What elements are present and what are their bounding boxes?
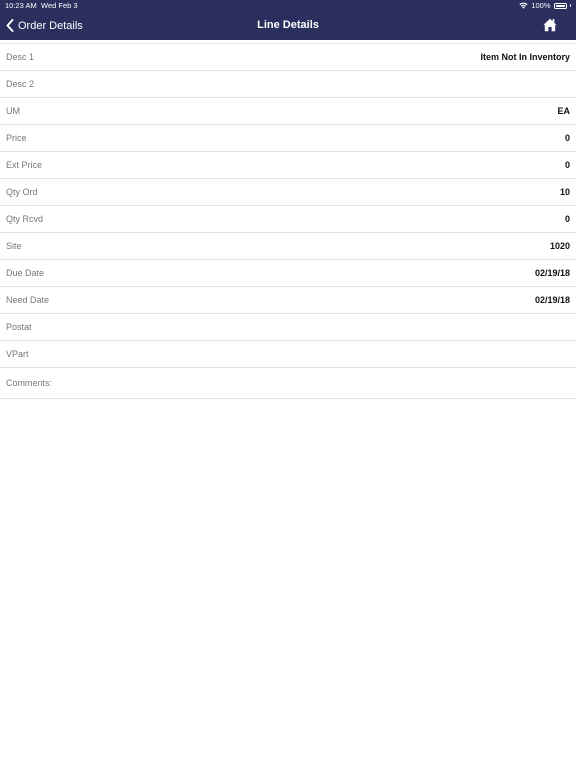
page-title: Line Details xyxy=(257,19,319,31)
chevron-left-icon xyxy=(6,19,14,32)
row-value: 0 xyxy=(564,160,570,170)
row-label: Due Date xyxy=(6,268,45,278)
row-value: 0 xyxy=(564,214,570,224)
status-indicators: 100% xyxy=(519,0,571,11)
row-postat: Postat xyxy=(0,314,576,341)
row-qty-rcvd: Qty Rcvd 0 xyxy=(0,206,576,233)
row-label: Site xyxy=(6,241,22,251)
status-bar: 10:23 AM Wed Feb 3 100% xyxy=(0,0,576,11)
back-button[interactable]: Order Details xyxy=(6,11,83,40)
row-value: 0 xyxy=(564,133,570,143)
row-label: Ext Price xyxy=(6,160,43,170)
status-time: 10:23 AM xyxy=(5,1,37,10)
row-desc-2: Desc 2 xyxy=(0,71,576,98)
back-button-label: Order Details xyxy=(18,19,83,32)
line-details-list: Desc 1 Item Not In Inventory Desc 2 UM E… xyxy=(0,43,576,399)
row-vpart: VPart xyxy=(0,341,576,368)
row-label: Qty Ord xyxy=(6,187,38,197)
row-desc-1: Desc 1 Item Not In Inventory xyxy=(0,44,576,71)
row-label: VPart xyxy=(6,349,29,359)
row-label: Qty Rcvd xyxy=(6,214,44,224)
row-label: Postat xyxy=(6,322,32,332)
home-icon xyxy=(543,18,557,32)
status-date: Wed Feb 3 xyxy=(41,1,78,10)
row-value: 02/19/18 xyxy=(534,295,570,305)
row-comments: Comments: xyxy=(0,368,576,399)
battery-tip xyxy=(569,4,571,7)
row-value: 10 xyxy=(559,187,570,197)
row-label: UM xyxy=(6,106,20,116)
top-bar: 10:23 AM Wed Feb 3 100% Order Details Li… xyxy=(0,0,576,40)
wifi-icon xyxy=(519,2,528,9)
row-qty-ord: Qty Ord 10 xyxy=(0,179,576,206)
home-button[interactable] xyxy=(543,18,557,32)
row-site: Site 1020 xyxy=(0,233,576,260)
row-label: Price xyxy=(6,133,27,143)
row-value: 02/19/18 xyxy=(534,268,570,278)
row-value: 1020 xyxy=(549,241,570,251)
row-price: Price 0 xyxy=(0,125,576,152)
row-need-date: Need Date 02/19/18 xyxy=(0,287,576,314)
row-um: UM EA xyxy=(0,98,576,125)
row-label: Desc 2 xyxy=(6,79,35,89)
battery-percent: 100% xyxy=(531,1,551,10)
row-ext-price: Ext Price 0 xyxy=(0,152,576,179)
row-due-date: Due Date 02/19/18 xyxy=(0,260,576,287)
row-label: Desc 1 xyxy=(6,52,35,62)
battery-icon xyxy=(553,2,567,9)
comments-label: Comments: xyxy=(6,378,53,388)
row-value: Item Not In Inventory xyxy=(480,52,570,62)
row-value: EA xyxy=(557,106,570,116)
row-label: Need Date xyxy=(6,295,50,305)
navigation-bar: Order Details Line Details xyxy=(0,11,576,40)
